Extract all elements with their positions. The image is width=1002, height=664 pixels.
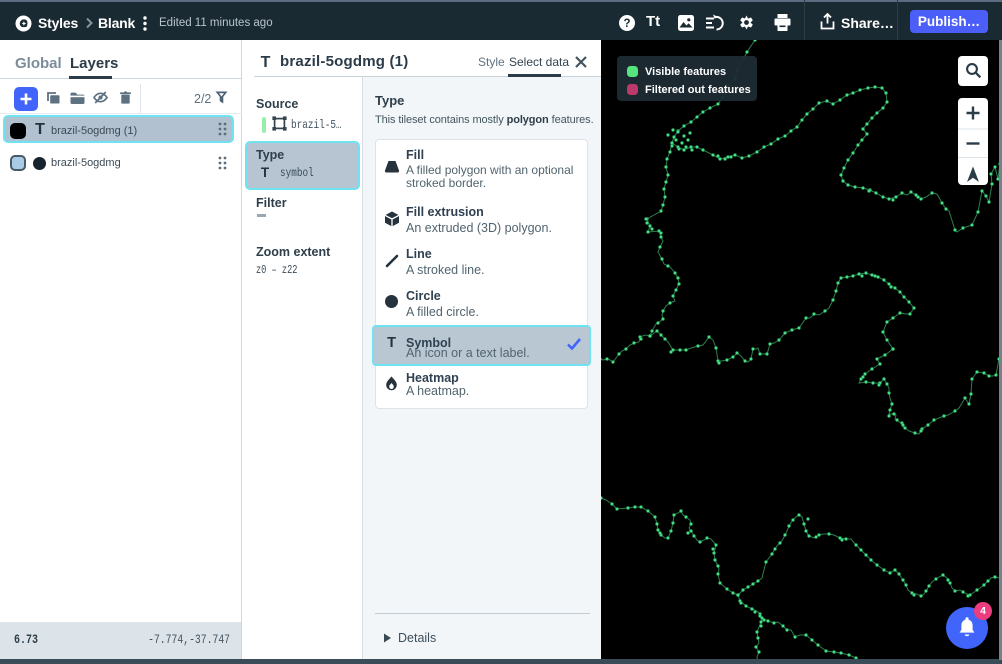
svg-text:?: ? xyxy=(623,18,630,30)
